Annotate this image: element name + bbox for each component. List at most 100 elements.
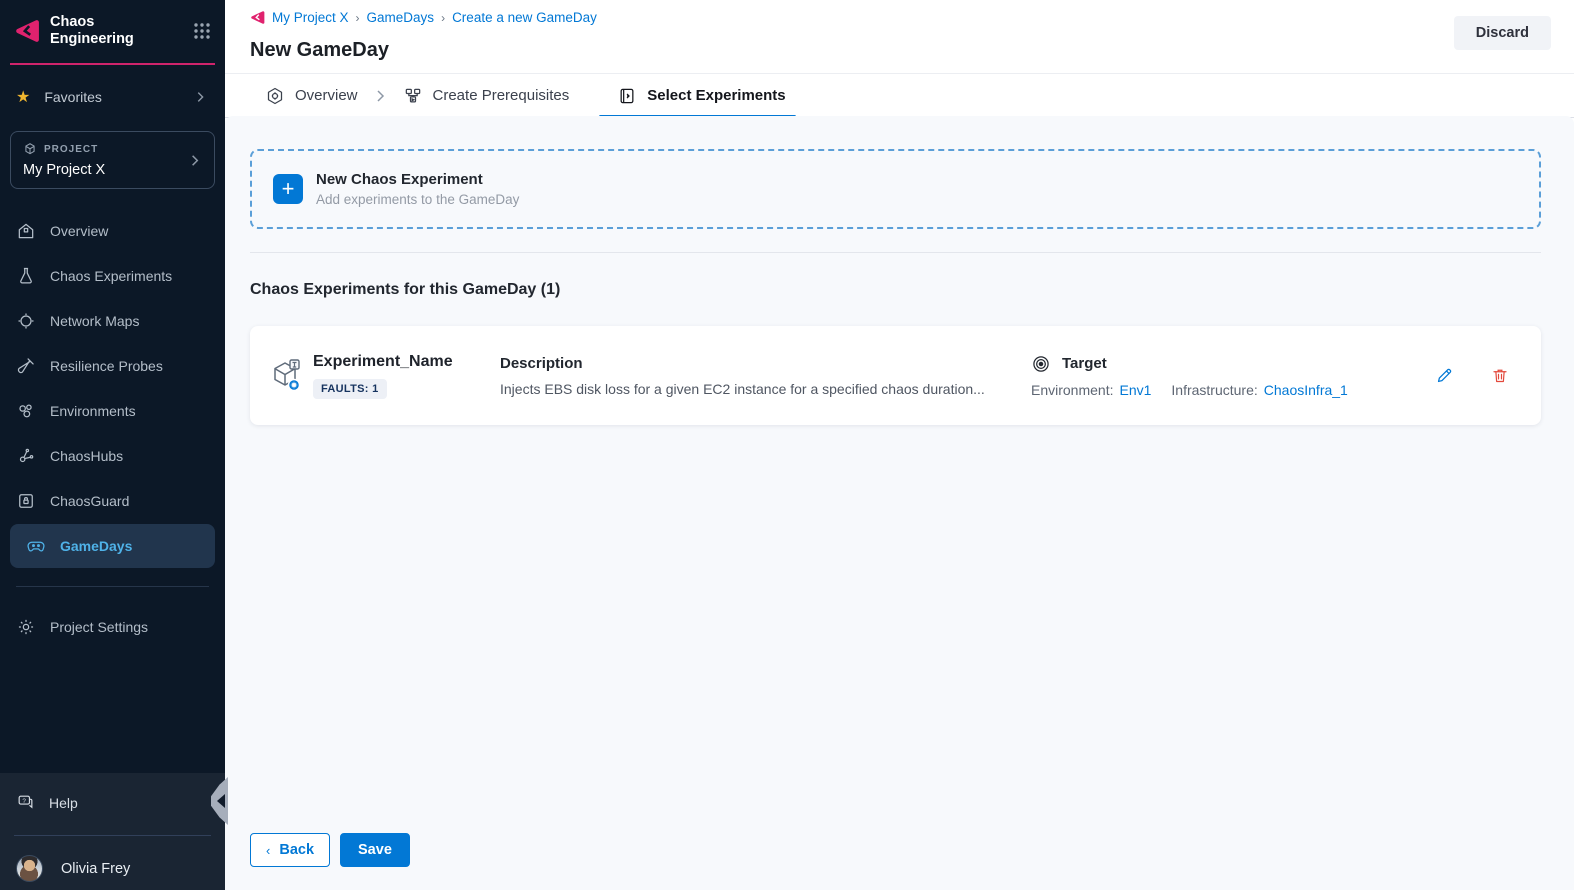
sidebar-item-label: Resilience Probes — [50, 358, 163, 374]
save-button[interactable]: Save — [340, 833, 410, 867]
sidebar: Chaos Engineering ★ Favorites — [0, 0, 225, 890]
back-button[interactable]: ‹ Back — [250, 833, 330, 867]
sidebar-divider — [16, 586, 209, 587]
star-icon: ★ — [16, 87, 30, 107]
probe-icon — [16, 356, 36, 376]
tab-select-experiments[interactable]: Select Experiments — [617, 74, 785, 117]
sidebar-item-label: GameDays — [60, 538, 132, 554]
gamepad-icon — [26, 536, 46, 556]
section-divider — [250, 252, 1541, 253]
sidebar-item-project-settings[interactable]: Project Settings — [0, 605, 225, 649]
project-label: PROJECT — [44, 144, 98, 155]
page-header: My Project X › GameDays › Create a new G… — [225, 0, 1574, 62]
breadcrumb: My Project X › GameDays › Create a new G… — [250, 10, 1550, 25]
sidebar-item-label: Network Maps — [50, 313, 139, 329]
description-label: Description — [500, 355, 1011, 372]
sidebar-item-overview[interactable]: Overview — [0, 209, 225, 253]
delete-experiment-button[interactable] — [1489, 364, 1511, 387]
main-area: My Project X › GameDays › Create a new G… — [225, 0, 1574, 890]
tab-create-prerequisites[interactable]: Create Prerequisites — [403, 74, 570, 117]
sidebar-item-label: ChaosGuard — [50, 493, 129, 509]
cube-icon — [23, 142, 37, 156]
sidebar-bottom-panel: ? Help Olivia Frey — [0, 773, 225, 890]
sidebar-item-label: Overview — [50, 223, 108, 239]
environments-icon — [16, 401, 36, 421]
environment-link[interactable]: Env1 — [1119, 382, 1151, 398]
infrastructure-link[interactable]: ChaosInfra_1 — [1264, 382, 1348, 398]
back-label: Back — [279, 842, 314, 858]
tab-content: + New Chaos Experiment Add experiments t… — [225, 116, 1574, 890]
discard-button[interactable]: Discard — [1454, 16, 1551, 50]
new-experiment-subtitle: Add experiments to the GameDay — [316, 192, 519, 207]
sidebar-favorites[interactable]: ★ Favorites — [0, 65, 225, 107]
sidebar-bottom-divider — [14, 835, 211, 836]
user-name: Olivia Frey — [61, 861, 130, 877]
tab-chevron-icon — [372, 88, 388, 104]
avatar — [16, 855, 43, 882]
network-map-icon — [16, 311, 36, 331]
tab-overview[interactable]: Overview — [265, 74, 358, 117]
select-experiments-tab-icon — [617, 86, 637, 106]
tab-label: Create Prerequisites — [433, 87, 570, 104]
sidebar-nav: Overview Chaos Experiments Network Maps — [0, 209, 225, 568]
environment-label: Environment: — [1031, 382, 1113, 398]
chevron-left-icon: ‹ — [266, 843, 270, 858]
brand[interactable]: Chaos Engineering — [0, 0, 225, 59]
experiments-section-heading: Chaos Experiments for this GameDay (1) — [250, 281, 1541, 299]
sidebar-item-network-maps[interactable]: Network Maps — [0, 299, 225, 343]
target-bullseye-icon — [1031, 354, 1051, 374]
wizard-footer: ‹ Back Save — [250, 833, 410, 867]
breadcrumb-separator: › — [356, 11, 360, 25]
chevron-right-icon — [187, 153, 202, 168]
sidebar-item-chaos-experiments[interactable]: Chaos Experiments — [0, 254, 225, 298]
hub-icon — [16, 446, 36, 466]
sidebar-item-gamedays[interactable]: GameDays — [10, 524, 215, 568]
faults-badge: FAULTS: 1 — [313, 379, 387, 399]
help-icon: ? — [16, 793, 35, 812]
project-name: My Project X — [23, 162, 187, 178]
trash-icon — [1491, 366, 1509, 385]
app-switcher-icon[interactable] — [193, 22, 211, 40]
harness-logo-icon — [14, 18, 40, 44]
overview-tab-icon — [265, 86, 285, 106]
experiment-cube-icon — [271, 358, 313, 394]
add-experiment-button[interactable]: + — [273, 174, 303, 204]
sidebar-item-chaoshubs[interactable]: ChaosHubs — [0, 434, 225, 478]
svg-text:?: ? — [22, 798, 26, 805]
new-experiment-title: New Chaos Experiment — [316, 171, 519, 188]
pencil-icon — [1435, 366, 1454, 385]
description-text: Injects EBS disk loss for a given EC2 in… — [500, 381, 1011, 397]
guard-lock-icon — [16, 491, 36, 511]
tab-label: Overview — [295, 87, 358, 104]
target-label: Target — [1062, 355, 1107, 372]
sidebar-item-environments[interactable]: Environments — [0, 389, 225, 433]
infrastructure-label: Infrastructure: — [1171, 382, 1257, 398]
sidebar-item-label: Environments — [50, 403, 136, 419]
flask-icon — [16, 266, 36, 286]
help-button[interactable]: ? Help — [0, 773, 225, 812]
prerequisites-tab-icon — [403, 86, 423, 106]
edit-experiment-button[interactable] — [1433, 364, 1456, 387]
breadcrumb-link-project[interactable]: My Project X — [272, 10, 349, 25]
brand-title: Chaos Engineering — [50, 14, 183, 47]
user-profile[interactable]: Olivia Frey — [0, 855, 225, 882]
page-title: New GameDay — [250, 39, 1550, 62]
experiment-row: Experiment_Name FAULTS: 1 Description In… — [250, 326, 1541, 425]
step-tabs: Overview Create Prerequisites — [225, 73, 1574, 118]
breadcrumb-link-create-gameday[interactable]: Create a new GameDay — [452, 10, 597, 25]
chevron-right-icon — [193, 90, 207, 104]
home-icon — [16, 221, 36, 241]
tab-label: Select Experiments — [647, 87, 785, 104]
new-chaos-experiment-dropzone[interactable]: + New Chaos Experiment Add experiments t… — [250, 149, 1541, 229]
experiment-name: Experiment_Name — [313, 353, 500, 371]
breadcrumb-separator: › — [441, 11, 445, 25]
sidebar-item-chaosguard[interactable]: ChaosGuard — [0, 479, 225, 523]
sidebar-item-label: Project Settings — [50, 619, 148, 635]
harness-breadcrumb-icon — [250, 10, 265, 25]
sidebar-item-label: ChaosHubs — [50, 448, 123, 464]
gear-icon — [16, 617, 36, 637]
project-selector[interactable]: PROJECT My Project X — [10, 131, 215, 189]
sidebar-item-resilience-probes[interactable]: Resilience Probes — [0, 344, 225, 388]
breadcrumb-link-gamedays[interactable]: GameDays — [367, 10, 435, 25]
sidebar-item-label: Chaos Experiments — [50, 268, 172, 284]
